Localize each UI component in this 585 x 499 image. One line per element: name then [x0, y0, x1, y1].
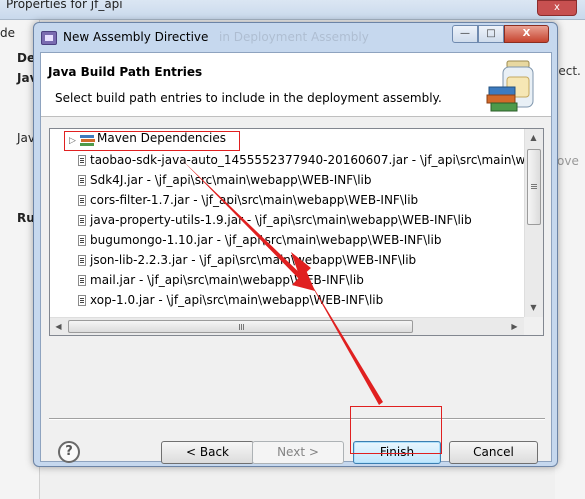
close-button[interactable]: X	[504, 25, 549, 43]
list-item-label: java-property-utils-1.9.jar - \jf_api\sr…	[90, 213, 472, 227]
jar-file-icon	[78, 295, 86, 306]
expand-arrow-icon[interactable]: ▷	[69, 136, 76, 146]
list-item-label: Sdk4J.jar - \jf_api\src\main\webapp\WEB-…	[90, 173, 372, 187]
new-assembly-directive-dialog: New Assembly Directive in Deployment Ass…	[33, 22, 558, 467]
scroll-up-arrow-icon[interactable]: ▲	[525, 129, 542, 146]
vertical-scrollbar[interactable]: ▲ ▼	[524, 129, 543, 317]
list-item[interactable]: cors-filter-1.7.jar - \jf_api\src\main\w…	[50, 190, 524, 210]
list-item-label: mail.jar - \jf_api\src\main\webapp\WEB-I…	[90, 273, 364, 287]
dialog-title-ghost: in Deployment Assembly	[219, 30, 369, 44]
page-title: Java Build Path Entries	[48, 65, 203, 79]
jar-file-icon	[78, 155, 86, 166]
button-bar-separator	[49, 418, 545, 420]
horizontal-scrollbar[interactable]: ◀ ▶	[50, 317, 524, 335]
finish-highlight-box	[350, 406, 442, 454]
grip-icon	[239, 324, 240, 330]
jar-file-icon	[78, 175, 86, 186]
jar-file-icon	[78, 195, 86, 206]
list-item[interactable]: mail.jar - \jf_api\src\main\webapp\WEB-I…	[50, 270, 524, 290]
maximize-button[interactable]: □	[478, 25, 504, 43]
jar-file-icon	[78, 255, 86, 266]
background-left-text: de	[0, 26, 15, 40]
background-right-panel: ject. ove	[555, 20, 585, 499]
dialog-title: New Assembly Directive	[63, 30, 209, 44]
grip-icon	[531, 184, 537, 185]
list-item-maven-dependencies[interactable]: ▷ Maven Dependencies	[64, 131, 240, 151]
scroll-left-arrow-icon[interactable]: ◀	[50, 318, 67, 335]
dialog-app-icon	[41, 31, 57, 45]
background-right-text: ove	[557, 154, 579, 168]
list-item-label: xop-1.0.jar - \jf_api\src\main\webapp\WE…	[90, 293, 384, 307]
scrollbar-corner	[524, 317, 543, 335]
vertical-scroll-thumb[interactable]	[527, 149, 541, 225]
minimize-button[interactable]: —	[452, 25, 478, 43]
horizontal-scroll-thumb[interactable]	[68, 320, 413, 333]
dialog-client-area: Java Build Path Entries Select build pat…	[40, 52, 552, 464]
scroll-down-arrow-icon[interactable]: ▼	[525, 299, 542, 316]
list-item[interactable]: json-lib-2.2.3.jar - \jf_api\src\main\we…	[50, 250, 524, 270]
next-button[interactable]: Next >	[252, 441, 344, 464]
list-item-label: Maven Dependencies	[97, 131, 227, 145]
jar-file-icon	[78, 235, 86, 246]
background-right-text: ject.	[555, 64, 581, 78]
list-item-label: taobao-sdk-java-auto_1455552377940-20160…	[90, 153, 524, 167]
build-path-entries-list[interactable]: ▷ Maven Dependencies taobao-sdk-java-aut…	[49, 128, 544, 336]
jar-file-icon	[78, 215, 86, 226]
background-window-title: Properties for jf_api	[6, 0, 123, 11]
background-close-button[interactable]: x	[537, 0, 577, 16]
page-description: Select build path entries to include in …	[55, 91, 442, 105]
wizard-header: Java Build Path Entries Select build pat…	[41, 53, 551, 117]
scroll-right-arrow-icon[interactable]: ▶	[506, 318, 523, 335]
list-item-label: cors-filter-1.7.jar - \jf_api\src\main\w…	[90, 193, 419, 207]
list-item[interactable]: Sdk4J.jar - \jf_api\src\main\webapp\WEB-…	[50, 170, 524, 190]
cancel-button[interactable]: Cancel	[449, 441, 538, 464]
list-item[interactable]: taobao-sdk-java-auto_1455552377940-20160…	[50, 150, 524, 170]
help-button[interactable]: ?	[58, 441, 80, 463]
dialog-titlebar[interactable]: New Assembly Directive in Deployment Ass…	[34, 23, 557, 53]
back-button[interactable]: < Back	[161, 441, 254, 464]
jar-file-icon	[78, 275, 86, 286]
library-icon	[80, 135, 95, 146]
list-item-label: bugumongo-1.10.jar - \jf_api\src\main\we…	[90, 233, 442, 247]
list-item[interactable]: java-property-utils-1.9.jar - \jf_api\sr…	[50, 210, 524, 230]
background-window-titlebar: Properties for jf_api x	[0, 0, 585, 20]
list-item[interactable]: xop-1.0.jar - \jf_api\src\main\webapp\WE…	[50, 290, 524, 310]
library-jar-icon	[486, 60, 534, 112]
list-item[interactable]: bugumongo-1.10.jar - \jf_api\src\main\we…	[50, 230, 524, 250]
list-item-label: json-lib-2.2.3.jar - \jf_api\src\main\we…	[90, 253, 417, 267]
